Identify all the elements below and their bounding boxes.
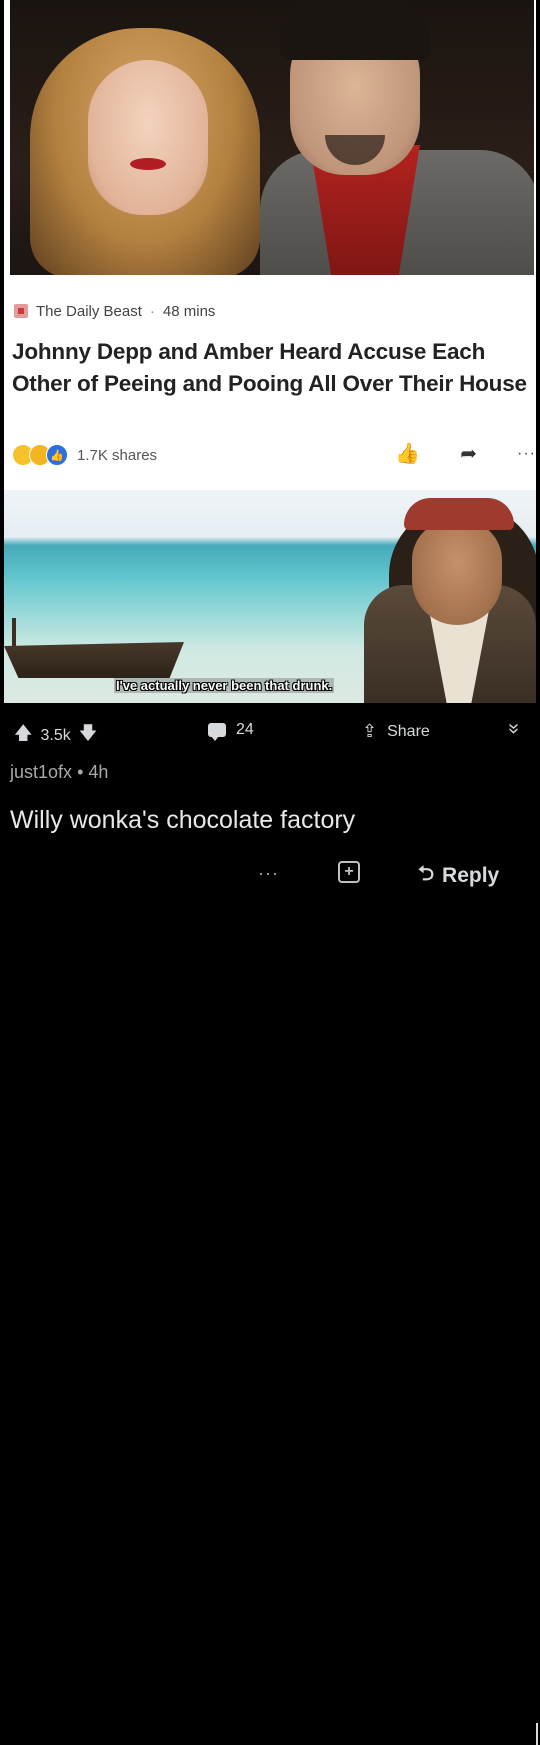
meme-frame: I've actually never been that drunk. bbox=[4, 490, 536, 703]
article-source: The Daily Beast bbox=[36, 302, 142, 320]
forward-arrow-icon: ➦ bbox=[460, 443, 478, 465]
arrow-down-icon[interactable]: 🡇 bbox=[79, 721, 98, 751]
like-emoji-icon: 👍 bbox=[46, 444, 68, 466]
comments-button[interactable]: 24 bbox=[208, 721, 254, 741]
comment-age: 4h bbox=[88, 762, 109, 782]
comment-body: Willy wonka's chocolate factory bbox=[10, 806, 356, 834]
photo-woman-face bbox=[88, 60, 208, 215]
comment-meta: just1ofx • 4h bbox=[10, 762, 108, 783]
meme-caption: I've actually never been that drunk. bbox=[114, 678, 335, 693]
source-separator: · bbox=[149, 302, 155, 320]
reply-label: Reply bbox=[442, 864, 500, 887]
share-button[interactable]: ⇪ Share bbox=[362, 721, 430, 742]
article-source-row: The Daily Beast · 48 mins bbox=[14, 299, 215, 323]
boat-wreck bbox=[4, 642, 184, 678]
comment-icon bbox=[208, 723, 226, 741]
comment-count: 24 bbox=[236, 721, 254, 738]
article-photo bbox=[10, 0, 534, 275]
comment-username[interactable]: just1ofx bbox=[10, 762, 72, 782]
comment-actions: ··· + ⮌ Reply bbox=[0, 855, 540, 1745]
article-headline: Johnny Depp and Amber Heard Accuse Each … bbox=[12, 339, 527, 396]
article-shares: 1.7K shares bbox=[77, 446, 158, 464]
award-icon[interactable]: + bbox=[338, 861, 360, 883]
pirate-bandana bbox=[404, 498, 514, 530]
reply-icon: ⮌ bbox=[418, 863, 435, 885]
article-action-icons: 👍 ➦ ··· bbox=[395, 441, 536, 466]
daily-beast-logo-icon bbox=[14, 304, 28, 318]
share-icon: ⇪ bbox=[362, 721, 378, 741]
post-action-bar: 🡅 3.5k 🡇 24 ⇪ Share » bbox=[0, 715, 540, 749]
share-label: Share bbox=[387, 722, 430, 740]
reply-button[interactable]: ⮌ Reply bbox=[418, 859, 499, 893]
collapse-thread-icon[interactable]: » bbox=[502, 723, 525, 734]
article-more-icon: ··· bbox=[517, 444, 536, 462]
article-time: 48 mins bbox=[162, 302, 216, 320]
arrow-up-icon[interactable]: 🡅 bbox=[14, 721, 33, 751]
vote-controls: 🡅 3.5k 🡇 bbox=[14, 721, 97, 751]
vote-count: 3.5k bbox=[40, 727, 71, 744]
comment-more-icon[interactable]: ··· bbox=[258, 863, 279, 884]
article-reactions-row: 👍 1.7K shares 👍 ➦ ··· bbox=[12, 441, 536, 469]
pirate-face bbox=[412, 520, 502, 625]
meta-separator: • bbox=[77, 762, 84, 782]
boat-mast bbox=[12, 618, 16, 648]
photo-woman-lips bbox=[130, 158, 166, 170]
post-image[interactable]: The Daily Beast · 48 mins Johnny Depp an… bbox=[4, 0, 536, 703]
thumbs-up-icon: 👍 bbox=[395, 443, 421, 465]
scrollbar-edge bbox=[536, 1723, 538, 1745]
photo-man-hair bbox=[280, 0, 430, 60]
